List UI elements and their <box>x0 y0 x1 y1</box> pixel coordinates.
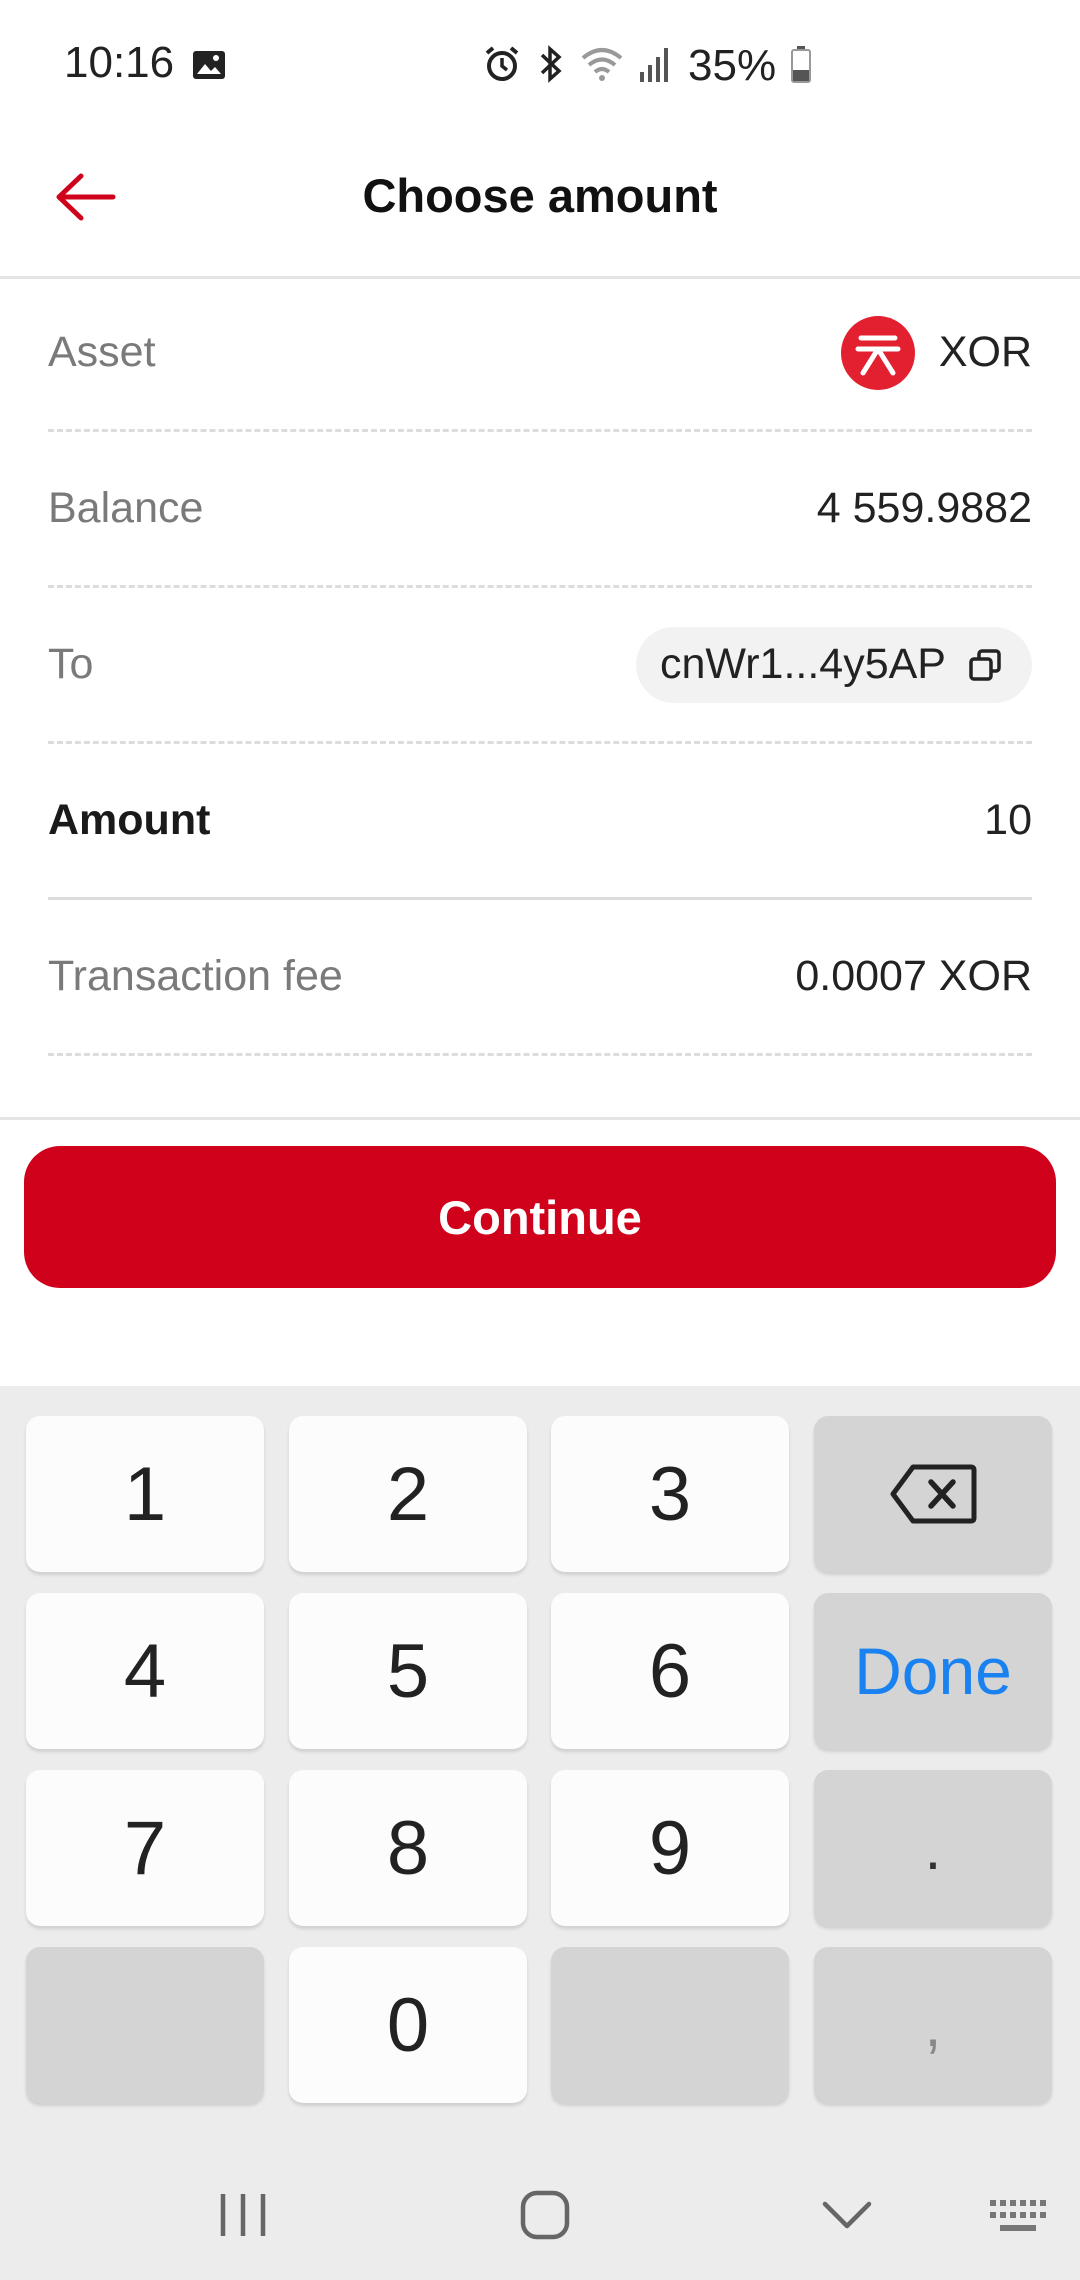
asset-row[interactable]: Asset XOR <box>48 276 1032 432</box>
amount-label: Amount <box>48 796 211 844</box>
fee-value: 0.0007 XOR <box>795 952 1032 1000</box>
battery-icon <box>790 44 812 89</box>
status-bar: 10:16 35% <box>0 0 1080 130</box>
recipient-address-pill[interactable]: cnWr1...4y5AP <box>636 626 1032 703</box>
key-6[interactable]: 6 <box>551 1593 789 1749</box>
asset-value: XOR <box>938 328 1032 376</box>
blank-key-right <box>551 1947 789 2103</box>
status-time: 10:16 <box>64 38 175 87</box>
numeric-keyboard: 1 2 3 4 5 6 Done 7 8 9 . 0 , <box>0 1386 1080 2280</box>
recipient-label: To <box>48 640 94 688</box>
divider <box>0 1117 1080 1120</box>
home-icon <box>520 2190 570 2240</box>
header: Choose amount <box>0 130 1080 279</box>
xor-logo-icon <box>840 315 915 390</box>
keyboard-switch-icon <box>990 2200 1046 2231</box>
key-1[interactable]: 1 <box>26 1416 264 1572</box>
home-button[interactable] <box>502 2180 588 2250</box>
dot-key[interactable]: . <box>814 1770 1052 1926</box>
balance-label: Balance <box>48 484 204 532</box>
key-7[interactable]: 7 <box>26 1770 264 1926</box>
gallery-icon <box>192 50 226 80</box>
wifi-icon <box>580 44 624 89</box>
copy-icon[interactable] <box>968 648 1002 682</box>
fee-row: Transaction fee 0.0007 XOR <box>48 900 1032 1056</box>
recipient-row: To cnWr1...4y5AP <box>48 588 1032 744</box>
done-key[interactable]: Done <box>814 1593 1052 1749</box>
recipient-address: cnWr1...4y5AP <box>660 640 946 688</box>
status-icons: 35% <box>482 38 812 94</box>
alarm-icon <box>482 44 522 89</box>
amount-row[interactable]: Amount 10 <box>48 744 1032 900</box>
key-3[interactable]: 3 <box>551 1416 789 1572</box>
recent-apps-button[interactable] <box>200 2180 286 2250</box>
transfer-details: Asset XOR Balance 4 559.9882 To cnWr1...… <box>0 276 1080 1056</box>
backspace-icon <box>890 1464 977 1524</box>
key-9[interactable]: 9 <box>551 1770 789 1926</box>
key-5[interactable]: 5 <box>289 1593 527 1749</box>
keyboard-switch-button[interactable] <box>982 2186 1052 2246</box>
comma-key[interactable]: , <box>814 1947 1052 2103</box>
hide-keyboard-button[interactable] <box>804 2180 890 2250</box>
balance-value: 4 559.9882 <box>816 484 1032 532</box>
key-0[interactable]: 0 <box>289 1947 527 2103</box>
blank-key-left <box>26 1947 264 2103</box>
battery-percent: 35% <box>688 41 777 90</box>
key-2[interactable]: 2 <box>289 1416 527 1572</box>
hide-keyboard-icon <box>822 2201 872 2229</box>
backspace-key[interactable] <box>814 1416 1052 1572</box>
asset-label: Asset <box>48 328 156 376</box>
signal-icon <box>638 44 672 89</box>
asset-selector[interactable]: XOR <box>840 315 1032 390</box>
bluetooth-icon <box>536 44 566 89</box>
balance-row: Balance 4 559.9882 <box>48 432 1032 588</box>
continue-button[interactable]: Continue <box>24 1146 1056 1288</box>
fee-label: Transaction fee <box>48 952 343 1000</box>
key-4[interactable]: 4 <box>26 1593 264 1749</box>
recent-apps-icon <box>220 2194 266 2236</box>
key-8[interactable]: 8 <box>289 1770 527 1926</box>
page-title: Choose amount <box>362 169 718 222</box>
amount-input[interactable]: 10 <box>984 796 1032 845</box>
